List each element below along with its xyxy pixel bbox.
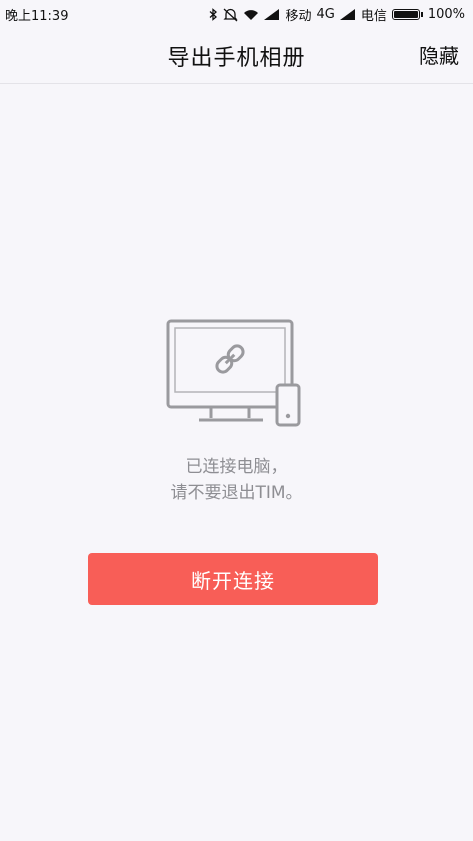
battery-tip (420, 12, 423, 17)
page-title: 导出手机相册 (167, 46, 306, 71)
bluetooth-icon (209, 8, 218, 21)
warning-message: 请不要退出TIM。 (170, 483, 303, 503)
status-bar: 晚上11:39 移动 4G 电信 100% (0, 0, 473, 26)
connected-message: 已连接电脑， (185, 457, 288, 477)
phone-icon (275, 383, 301, 427)
nav-bar: 导出手机相册 隐藏 (0, 26, 473, 84)
status-carrier2: 电信 (360, 9, 387, 24)
link-icon (215, 344, 245, 374)
wifi-icon (243, 9, 259, 21)
signal-icon (339, 9, 356, 20)
status-icons: 移动 4G 电信 100% (209, 5, 465, 24)
mute-icon (223, 8, 239, 22)
hide-button[interactable]: 隐藏 (419, 40, 459, 69)
status-network: 4G (316, 7, 335, 22)
status-battery: 100% (427, 7, 465, 22)
computer-link-icon (163, 318, 301, 428)
battery-icon (391, 9, 420, 20)
disconnect-button[interactable]: 断开连接 (88, 553, 378, 605)
signal-icon (264, 9, 280, 20)
status-time: 晚上11:39 (5, 9, 69, 24)
status-carrier1: 移动 (285, 9, 312, 24)
